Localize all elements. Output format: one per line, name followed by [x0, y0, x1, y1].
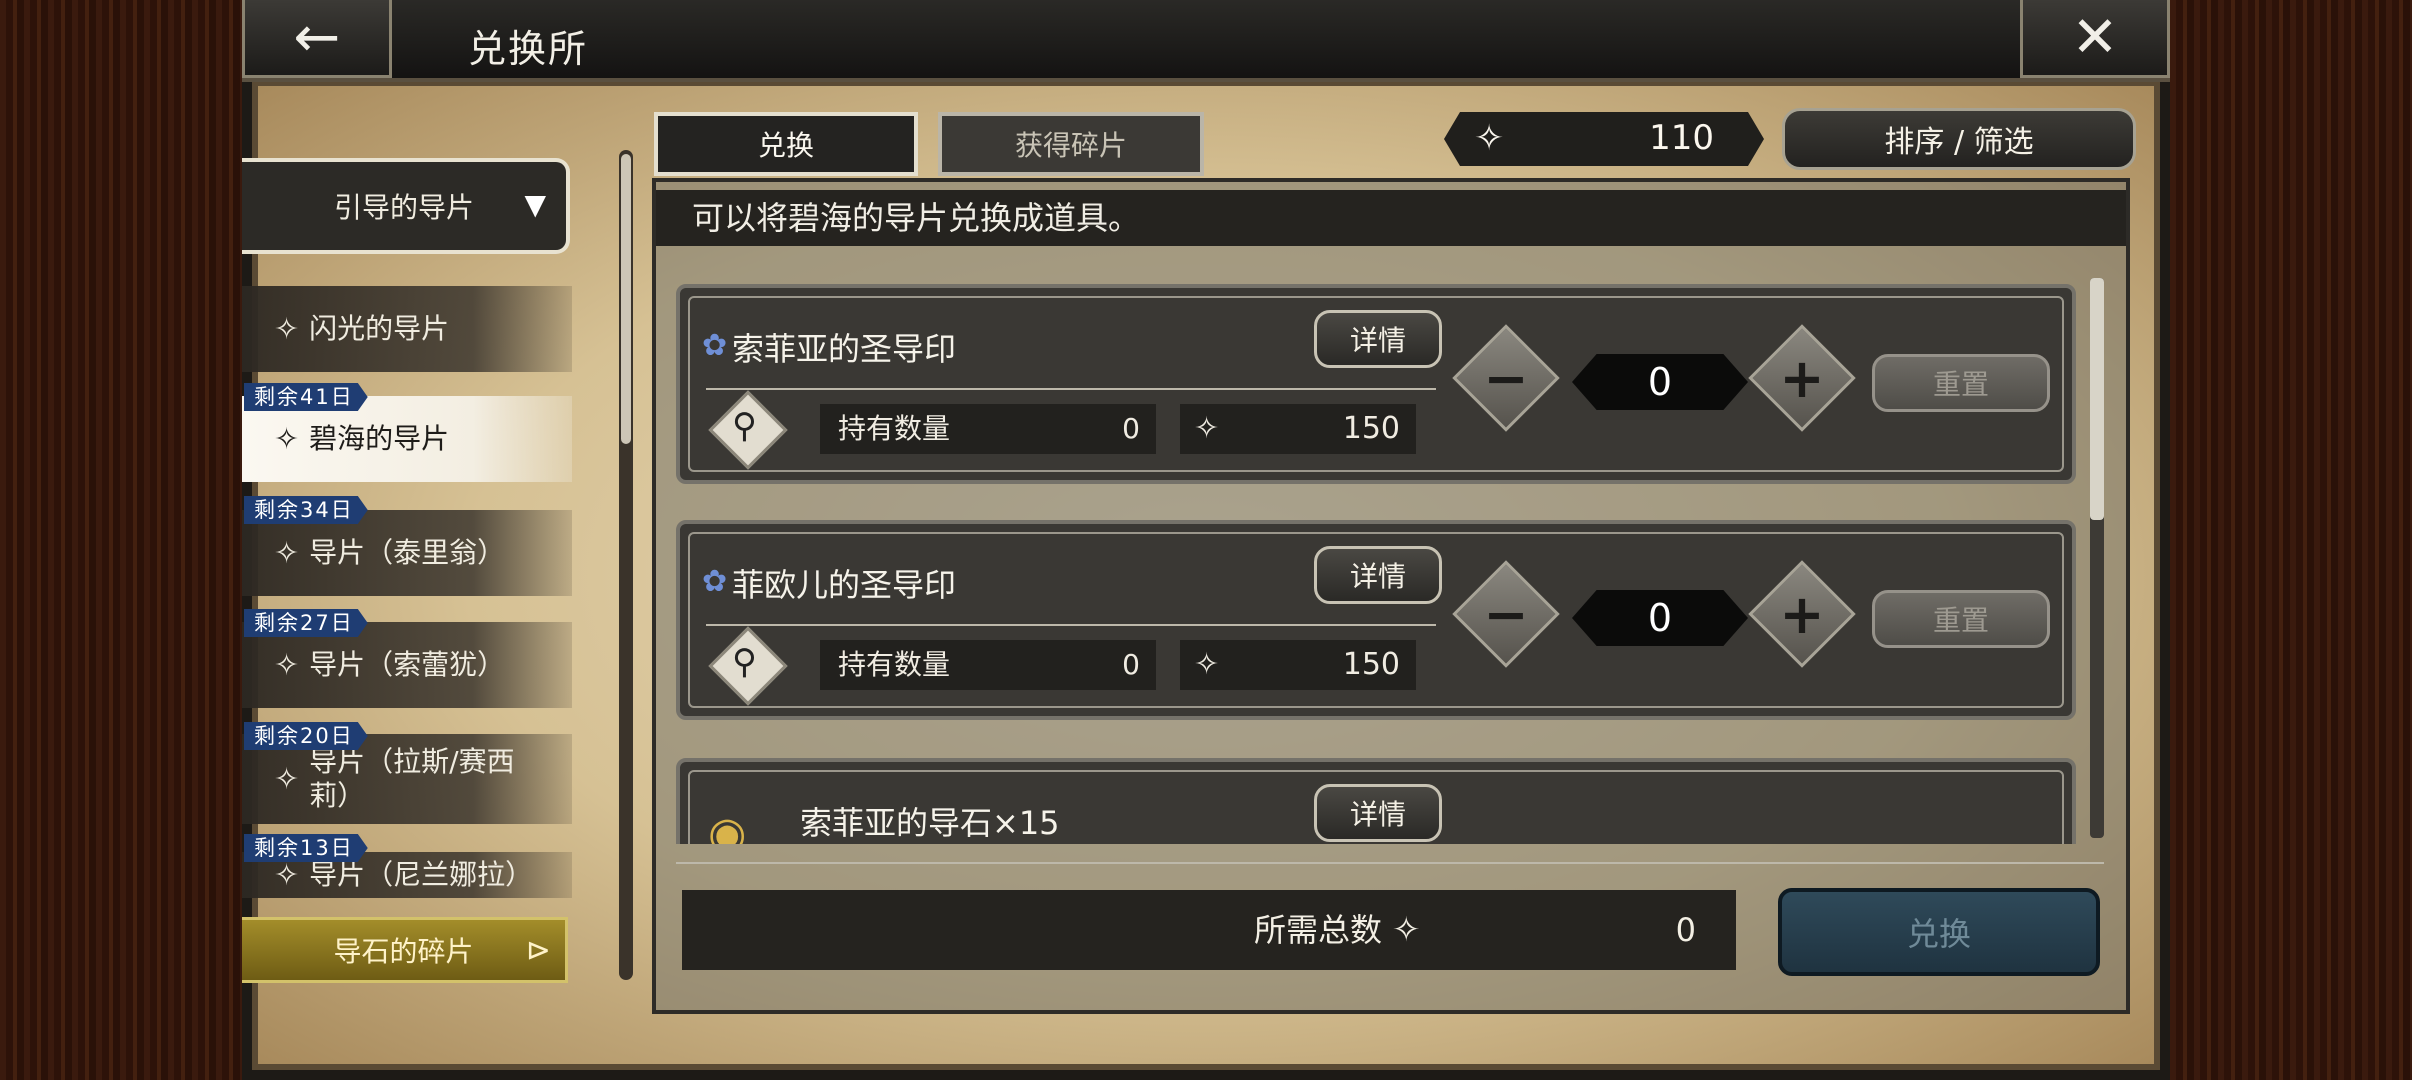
- tab-label: 获得碎片: [1014, 129, 1127, 162]
- left-wood-background: [0, 0, 242, 1080]
- search-icon: ⚲: [732, 642, 757, 682]
- reset-label: 重置: [1932, 604, 1989, 637]
- sidebar-item-label: 导片（拉斯/赛西莉）: [309, 745, 515, 812]
- tab-label: 兑换: [757, 129, 814, 162]
- sidebar-item-label: 碧海的导片: [309, 422, 450, 455]
- sparkle-icon: ✧: [274, 421, 300, 457]
- category-dropdown[interactable]: 引导的导片 ▼: [242, 158, 570, 254]
- sidebar-item-label: 导片（泰里翁）: [309, 536, 506, 569]
- currency-display: ✧ 110: [1444, 112, 1764, 166]
- item-name: 索菲亚的导石×15: [800, 804, 1060, 842]
- item-list: ✿ 索菲亚的圣导印 详情 ⚲ 持有数量 0 ✧ 150 − 0 + 重置 ✿ 菲…: [672, 270, 2104, 844]
- search-icon: ⚲: [732, 406, 757, 446]
- left-arrow-icon: ←: [293, 5, 341, 70]
- sidebar-item-label: 闪光的导片: [309, 312, 450, 345]
- cost-value: 150: [1342, 411, 1400, 446]
- item-name: 索菲亚的圣导印: [732, 330, 957, 368]
- sidebar-item-label: 导片（尼兰娜拉）: [309, 858, 534, 891]
- quantity-value: 0: [1572, 590, 1748, 646]
- sparkle-icon: ✧: [274, 311, 300, 347]
- sparkle-icon: ✧: [1392, 910, 1421, 950]
- hold-value: 0: [1122, 412, 1140, 445]
- item-cost: ✧ 150: [1180, 640, 1416, 690]
- sparkle-icon: ✧: [274, 761, 300, 797]
- hold-label: 持有数量: [838, 648, 951, 681]
- list-item: ✿ 菲欧儿的圣导印 详情 ⚲ 持有数量 0 ✧ 150 − 0 + 重置: [676, 520, 2076, 720]
- page-title: 兑换所: [468, 27, 589, 71]
- reset-label: 重置: [1932, 368, 1989, 401]
- tab-obtain-shards[interactable]: 获得碎片: [938, 112, 1204, 176]
- hold-value: 0: [1122, 648, 1140, 681]
- minus-icon: −: [1483, 346, 1529, 410]
- close-icon: ✕: [2071, 5, 2119, 70]
- sparkle-icon: ✧: [274, 857, 300, 893]
- sidebar-item-label: 导片（索蕾犹）: [309, 648, 506, 681]
- total-required: 所需总数 ✧ 0: [682, 890, 1736, 970]
- plus-icon: +: [1779, 582, 1825, 646]
- seal-icon: ✿: [702, 564, 728, 599]
- total-label: 所需总数: [1254, 911, 1383, 949]
- reset-button[interactable]: 重置: [1872, 354, 2050, 412]
- category-dropdown-label: 引导的导片: [333, 191, 474, 224]
- back-button[interactable]: ←: [242, 0, 392, 78]
- close-button[interactable]: ✕: [2020, 0, 2170, 78]
- reset-button[interactable]: 重置: [1872, 590, 2050, 648]
- character-portrait-icon: ◉: [708, 808, 747, 844]
- currency-value: 110: [1649, 118, 1714, 158]
- item-cost: ✧ 150: [1180, 404, 1416, 454]
- detail-button[interactable]: 详情: [1314, 310, 1442, 368]
- detail-label: 详情: [1349, 324, 1406, 357]
- minus-icon: −: [1483, 582, 1529, 646]
- sort-filter-label: 排序 / 筛选: [1884, 125, 2034, 160]
- list-item: ✿ 索菲亚的圣导印 详情 ⚲ 持有数量 0 ✧ 150 − 0 + 重置: [676, 284, 2076, 484]
- item-name: 菲欧儿的圣导印: [732, 566, 957, 604]
- cost-value: 150: [1342, 647, 1400, 682]
- stone-shard-label: 导石的碎片: [333, 935, 474, 968]
- sparkle-icon: ✧: [1194, 647, 1220, 682]
- exchange-button[interactable]: 兑换: [1778, 888, 2100, 976]
- sidebar-scrollbar-thumb[interactable]: [621, 154, 631, 444]
- quantity-value: 0: [1572, 354, 1748, 410]
- stone-shard-button[interactable]: 导石的碎片 ⊳: [242, 917, 568, 983]
- detail-label: 详情: [1349, 798, 1406, 831]
- right-wood-background: [2170, 0, 2412, 1080]
- exchange-label: 兑换: [1906, 915, 1971, 953]
- divider: [676, 862, 2104, 864]
- list-item: ◉ 索菲亚的导石×15 详情: [676, 758, 2076, 844]
- total-value: 0: [1675, 911, 1696, 949]
- seal-icon: ✿: [702, 328, 728, 363]
- description-text: 可以将碧海的导片兑换成道具。: [656, 190, 2126, 246]
- detail-button[interactable]: 详情: [1314, 546, 1442, 604]
- days-remaining-badge: 剩余20日: [244, 722, 368, 750]
- sparkle-icon: ✧: [1194, 411, 1220, 446]
- tab-exchange[interactable]: 兑换: [654, 112, 918, 176]
- divider: [706, 388, 1436, 390]
- sparkle-icon: ✧: [274, 647, 300, 683]
- divider: [706, 624, 1436, 626]
- sort-filter-button[interactable]: 排序 / 筛选: [1782, 108, 2136, 170]
- plus-icon: +: [1779, 346, 1825, 410]
- hold-label: 持有数量: [838, 412, 951, 445]
- days-remaining-badge: 剩余41日: [244, 383, 368, 411]
- hold-count: 持有数量 0: [820, 640, 1156, 690]
- detail-button[interactable]: 详情: [1314, 784, 1442, 842]
- hold-count: 持有数量 0: [820, 404, 1156, 454]
- chevron-down-icon: ▼: [524, 188, 546, 221]
- days-remaining-badge: 剩余34日: [244, 496, 368, 524]
- sparkle-icon: ✧: [1474, 118, 1505, 159]
- sparkle-icon: ✧: [274, 535, 300, 571]
- chevron-right-icon: ⊳: [525, 932, 551, 968]
- days-remaining-badge: 剩余13日: [244, 834, 368, 862]
- days-remaining-badge: 剩余27日: [244, 609, 368, 637]
- detail-label: 详情: [1349, 560, 1406, 593]
- sidebar-item-flash[interactable]: ✧ 闪光的导片: [242, 286, 572, 372]
